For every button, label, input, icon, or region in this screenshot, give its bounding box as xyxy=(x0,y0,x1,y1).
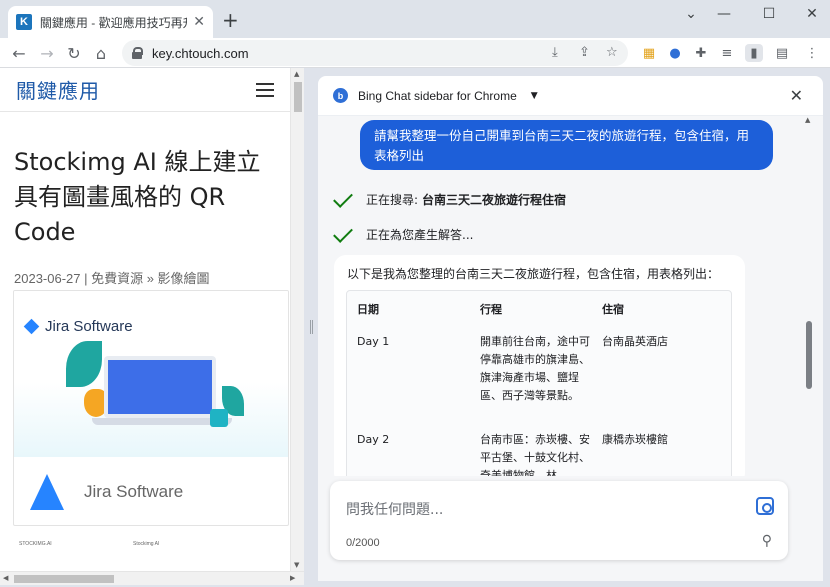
page-horizontal-scrollbar[interactable]: ◀ ▶ xyxy=(0,571,304,585)
jira-diamond-icon xyxy=(23,318,40,335)
table-cell: 開車前往台南，途中可停靠高雄市的旗津島、旗津海產市場、鹽埕區、西子灣等景點。 xyxy=(480,335,590,402)
chat-conversation: 請幫我整理一份自己開車到台南三天二夜的旅遊行程，包含住宿，用表格列出 正在搜尋:… xyxy=(318,116,823,476)
maximize-button[interactable]: ☐ xyxy=(754,4,784,24)
table-cell: 台南市區：赤崁樓、安平古堡、十鼓文化村、奇美博物館、林 xyxy=(480,433,590,476)
table-header-lodging: 住宿 xyxy=(602,303,624,316)
side-panel-header: b Bing Chat sidebar for Chrome ▼ ✕ xyxy=(318,76,823,116)
chat-input-area: 問我任何問題... 0/2000 ⚲ xyxy=(318,476,823,581)
table-cell: 台南晶英酒店 xyxy=(602,335,668,348)
tab-close-icon[interactable]: ✕ xyxy=(193,14,205,30)
jira-bottom-brand: Jira Software xyxy=(14,457,288,525)
back-button[interactable]: ← xyxy=(8,42,30,64)
close-side-panel-icon[interactable]: ✕ xyxy=(790,86,803,105)
bookmark-star-icon[interactable]: ☆ xyxy=(606,45,618,60)
scroll-left-icon[interactable]: ◀ xyxy=(3,574,8,582)
table-header-date: 日期 xyxy=(357,303,379,316)
home-button[interactable]: ⌂ xyxy=(90,42,112,64)
jira-hero-illustration: Jira Software xyxy=(14,291,288,457)
new-tab-button[interactable]: + xyxy=(222,10,239,30)
browser-toolbar: ← → ↻ ⌂ key.chtouch.com ⤓ ⇪ ☆ ▦ ● ✚ ≡ ▮ … xyxy=(0,38,830,68)
page-vertical-scrollbar[interactable]: ▲ ▼ xyxy=(290,68,304,571)
featured-image-card[interactable]: Jira Software Jira Software xyxy=(13,290,289,526)
jira-top-brand: Jira Software xyxy=(23,318,133,335)
tab-title: 關鍵應用 - 歡迎應用技巧再升級 xyxy=(39,15,187,30)
browser-tab[interactable]: K 關鍵應用 - 歡迎應用技巧再升級 ✕ xyxy=(8,6,213,38)
site-header: 關鍵應用 xyxy=(0,68,290,112)
thumbnail-label: Stockimg AI xyxy=(133,541,160,547)
bing-extension-icon[interactable]: ● xyxy=(666,44,684,62)
jira-bottom-brand-text: Jira Software xyxy=(84,482,184,501)
thumbnail-strip[interactable]: STOCKIMG.AI Stockimg AI xyxy=(13,535,289,571)
post-title[interactable]: Stockimg AI 線上建立具有圖畫風格的 QR Code xyxy=(14,145,276,250)
resize-grip-icon[interactable] xyxy=(310,320,313,334)
side-panel-title[interactable]: Bing Chat sidebar for Chrome xyxy=(358,89,517,103)
page-horizontal-scroll-thumb[interactable] xyxy=(14,575,114,583)
scroll-up-icon[interactable]: ▲ xyxy=(805,116,810,124)
bot-answer-bubble: 以下是我為您整理的台南三天二夜旅遊行程，包含住宿，用表格列出： 日期 行程 住宿… xyxy=(334,255,745,476)
dropdown-caret-icon[interactable]: ▼ xyxy=(531,91,538,101)
thumbnail-label: STOCKIMG.AI xyxy=(19,541,52,547)
chat-input-placeholder[interactable]: 問我任何問題... xyxy=(346,499,443,519)
plant-leaf-illustration xyxy=(66,341,102,387)
lock-icon[interactable] xyxy=(132,47,143,59)
status-generating-text: 正在為您產生解答... xyxy=(366,228,474,242)
browser-titlebar: K 關鍵應用 - 歡迎應用技巧再升級 ✕ + ⌄ — ☐ ✕ xyxy=(0,0,830,38)
char-counter: 0/2000 xyxy=(346,537,380,549)
status-generating: 正在為您產生解答... xyxy=(333,222,474,243)
minimize-button[interactable]: — xyxy=(709,4,739,24)
table-cell: Day 2 xyxy=(357,433,390,446)
pin-icon[interactable]: ⚲ xyxy=(762,533,772,549)
mug-illustration xyxy=(210,409,228,427)
bing-chat-side-panel: b Bing Chat sidebar for Chrome ▼ ✕ 請幫我整理… xyxy=(318,76,823,581)
page-vertical-scroll-thumb[interactable] xyxy=(294,82,302,112)
side-panel-icon[interactable]: ▮ xyxy=(745,44,763,62)
reading-list-icon[interactable]: ≡ xyxy=(718,44,736,62)
webpage-content: 關鍵應用 Stockimg AI 線上建立具有圖畫風格的 QR Code 202… xyxy=(0,68,290,571)
chat-scrollbar[interactable]: ▲ xyxy=(803,116,815,581)
install-app-icon[interactable]: ⤓ xyxy=(552,45,558,60)
jira-top-brand-text: Jira Software xyxy=(45,318,133,335)
chat-scroll-thumb[interactable] xyxy=(806,321,812,389)
status-searching-prefix: 正在搜尋: xyxy=(366,193,419,207)
post-meta: 2023-06-27 | 免費資源 » 影像繪圖 xyxy=(14,271,210,286)
visual-search-icon[interactable] xyxy=(756,497,774,515)
tab-search-chevron-icon[interactable]: ⌄ xyxy=(676,4,706,24)
status-searching-query: 台南三天二夜旅遊行程住宿 xyxy=(422,193,567,207)
url-text: key.chtouch.com xyxy=(152,45,249,61)
user-message-bubble: 請幫我整理一份自己開車到台南三天二夜的旅遊行程，包含住宿，用表格列出 xyxy=(360,120,773,170)
table-header-itinerary: 行程 xyxy=(480,303,502,316)
bing-logo-icon: b xyxy=(333,88,348,103)
forward-button[interactable]: → xyxy=(36,42,58,64)
chat-input-box[interactable]: 問我任何問題... 0/2000 ⚲ xyxy=(330,481,788,560)
profile-avatar-icon[interactable]: ▤ xyxy=(773,44,791,62)
table-cell: 康橋赤崁樓館 xyxy=(602,433,668,446)
extension-puzzle-badge-icon[interactable]: ▦ xyxy=(640,44,658,62)
checkmark-icon xyxy=(333,187,353,208)
laptop-illustration xyxy=(104,356,216,418)
close-window-button[interactable]: ✕ xyxy=(797,4,827,24)
answer-intro: 以下是我為您整理的台南三天二夜旅遊行程，包含住宿，用表格列出： xyxy=(347,267,720,281)
itinerary-table: 日期 行程 住宿 Day 1 開車前往台南，途中可停靠高雄市的旗津島、旗津海產市… xyxy=(346,290,732,476)
scroll-up-icon[interactable]: ▲ xyxy=(294,70,299,78)
address-bar[interactable]: key.chtouch.com ⤓ ⇪ ☆ xyxy=(122,40,628,66)
share-icon[interactable]: ⇪ xyxy=(579,45,590,60)
jira-logo-icon xyxy=(30,474,64,510)
table-cell: Day 1 xyxy=(357,335,390,348)
status-searching: 正在搜尋: 台南三天二夜旅遊行程住宿 xyxy=(333,187,567,208)
hamburger-menu-icon[interactable] xyxy=(256,82,274,97)
extensions-icon[interactable]: ✚ xyxy=(692,44,710,62)
menu-kebab-icon[interactable]: ⋮ xyxy=(803,44,821,62)
reload-button[interactable]: ↻ xyxy=(63,42,85,64)
site-favicon-icon: K xyxy=(16,14,32,30)
checkmark-icon xyxy=(333,222,353,243)
scroll-down-icon[interactable]: ▼ xyxy=(294,561,299,569)
scroll-right-icon[interactable]: ▶ xyxy=(290,574,295,582)
site-logo[interactable]: 關鍵應用 xyxy=(16,75,100,104)
